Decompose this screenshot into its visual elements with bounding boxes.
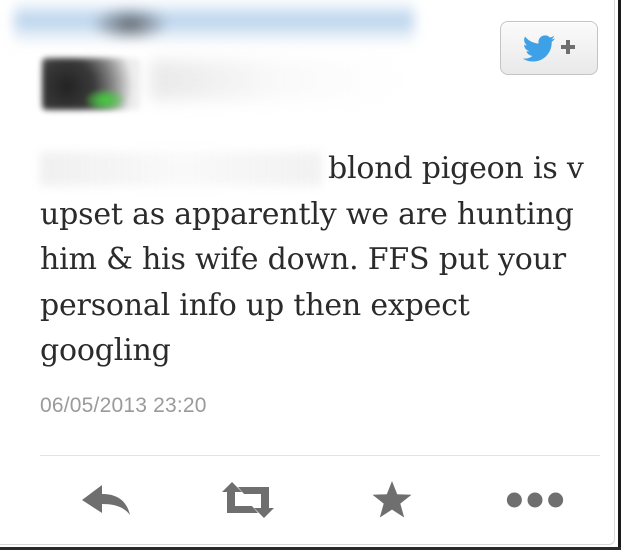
ellipsis-icon — [506, 492, 564, 508]
divider — [40, 455, 600, 456]
tweet-text: blond pigeon is v upset as apparently we… — [40, 146, 608, 374]
tweet-card: blond pigeon is v upset as apparently we… — [0, 0, 615, 545]
redacted-username — [150, 60, 400, 100]
reply-button[interactable] — [76, 472, 136, 528]
redacted-banner — [14, 0, 414, 46]
favorite-button[interactable] — [362, 472, 422, 528]
tweet-timestamp[interactable]: 06/05/2013 23:20 — [40, 394, 207, 418]
twitter-bird-plus-icon — [522, 35, 575, 62]
redacted-mention[interactable] — [40, 152, 322, 186]
star-icon — [372, 481, 412, 518]
follow-button[interactable] — [500, 21, 598, 75]
retweet-icon — [222, 482, 274, 518]
retweet-button[interactable] — [218, 472, 278, 528]
reply-arrow-icon — [82, 485, 130, 515]
redacted-banner-shadow — [90, 6, 170, 42]
avatar-highlight — [86, 90, 124, 110]
more-button[interactable] — [505, 472, 565, 528]
